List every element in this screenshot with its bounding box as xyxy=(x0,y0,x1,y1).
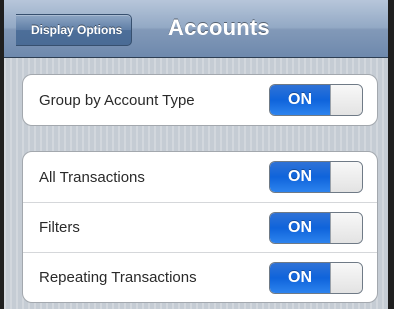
settings-group-transactions: All Transactions ON Filters ON Repeating… xyxy=(22,151,378,303)
filters-toggle[interactable]: ON xyxy=(269,211,363,244)
toggle-knob[interactable] xyxy=(330,162,362,192)
toggle-knob[interactable] xyxy=(330,212,362,243)
toggle-knob[interactable] xyxy=(330,85,362,115)
page-title: Accounts xyxy=(168,15,270,40)
navigation-bar: Display Options Accounts xyxy=(4,0,388,58)
back-button-label: Display Options xyxy=(31,23,123,37)
toggle-on-label: ON xyxy=(270,262,330,293)
setting-label: Filters xyxy=(39,219,80,236)
repeating-transactions-toggle[interactable]: ON xyxy=(269,261,363,294)
all-transactions-toggle[interactable]: ON xyxy=(269,161,363,193)
app-frame: Display Options Accounts Group by Accoun… xyxy=(4,0,388,309)
setting-row-filters: Filters ON xyxy=(23,202,377,252)
setting-row-group-by-account-type: Group by Account Type ON xyxy=(23,75,377,125)
setting-label: Group by Account Type xyxy=(39,91,195,109)
setting-label: Repeating Transactions xyxy=(39,269,197,286)
toggle-on-label: ON xyxy=(270,85,330,115)
back-button[interactable]: Display Options xyxy=(4,13,133,46)
setting-row-all-transactions: All Transactions ON xyxy=(23,152,377,202)
group-by-account-type-toggle[interactable]: ON xyxy=(269,84,363,116)
setting-label: All Transactions xyxy=(39,168,145,186)
setting-row-repeating-transactions: Repeating Transactions ON xyxy=(23,252,377,302)
settings-group-grouping: Group by Account Type ON xyxy=(22,74,378,126)
toggle-knob[interactable] xyxy=(330,262,362,293)
toggle-on-label: ON xyxy=(270,162,330,192)
back-chevron-icon xyxy=(4,13,33,46)
toggle-on-label: ON xyxy=(270,212,330,243)
